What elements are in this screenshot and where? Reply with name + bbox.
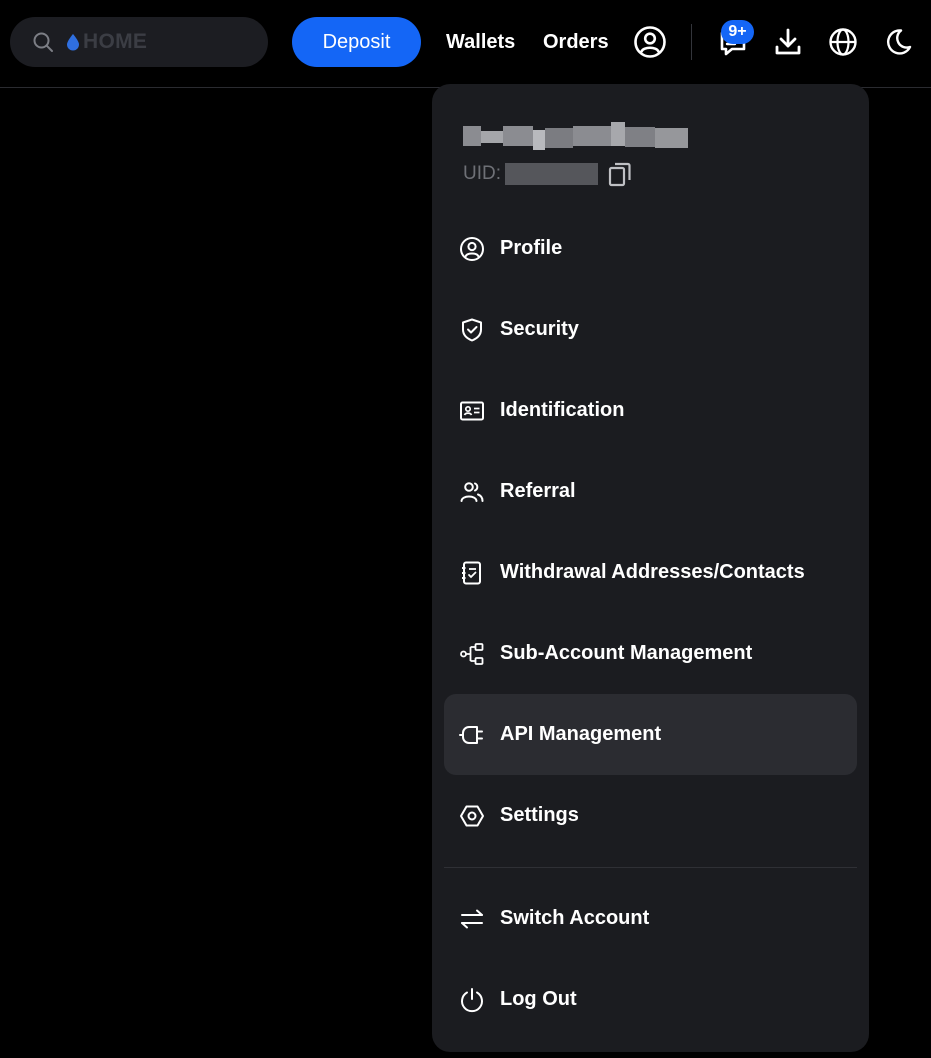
branch-icon bbox=[460, 642, 484, 665]
notification-badge: 9+ bbox=[721, 20, 754, 44]
menu-item-label: Withdrawal Addresses/Contacts bbox=[500, 561, 805, 583]
deposit-button[interactable]: Deposit bbox=[292, 17, 421, 67]
moon-icon bbox=[886, 29, 912, 55]
power-icon bbox=[461, 987, 483, 1012]
id-card-icon bbox=[460, 401, 484, 420]
menu-item-label: Identification bbox=[500, 399, 625, 421]
menu-item-referral[interactable]: Referral bbox=[444, 451, 857, 532]
search-input[interactable]: HOME bbox=[10, 17, 268, 67]
menu-item-label: Profile bbox=[500, 237, 563, 259]
menu-item-label: Referral bbox=[500, 480, 576, 502]
plug-icon bbox=[459, 725, 483, 744]
top-navigation-bar: HOME Deposit Wallets Orders 9+ bbox=[0, 0, 931, 88]
theme-toggle-button[interactable] bbox=[880, 24, 916, 60]
orders-link[interactable]: Orders bbox=[543, 29, 609, 55]
globe-icon bbox=[829, 28, 857, 56]
uid-label: UID: bbox=[463, 163, 501, 184]
menu-item-profile[interactable]: Profile bbox=[444, 208, 857, 289]
menu-item-api-management[interactable]: API Management bbox=[444, 694, 857, 775]
menu-item-security[interactable]: Security bbox=[444, 289, 857, 370]
uid-value-redacted bbox=[505, 163, 598, 185]
wallets-link[interactable]: Wallets bbox=[446, 29, 515, 55]
menu-item-switch-account[interactable]: Switch Account bbox=[444, 878, 857, 959]
search-placeholder: HOME bbox=[83, 30, 148, 53]
account-dropdown-menu: UID: Profile Security Identification Ref… bbox=[432, 84, 869, 1052]
menu-item-label: API Management bbox=[500, 723, 662, 745]
shield-check-icon bbox=[462, 318, 482, 341]
settings-icon bbox=[460, 805, 484, 826]
account-button[interactable] bbox=[632, 24, 668, 60]
users-icon bbox=[460, 481, 484, 502]
menu-item-sub-account-management[interactable]: Sub-Account Management bbox=[444, 613, 857, 694]
address-book-icon bbox=[462, 561, 481, 584]
menu-item-label: Sub-Account Management bbox=[500, 642, 753, 664]
menu-item-identification[interactable]: Identification bbox=[444, 370, 857, 451]
download-button[interactable] bbox=[770, 24, 806, 60]
uid-row: UID: bbox=[463, 160, 634, 188]
user-info: UID: bbox=[463, 122, 688, 187]
header-divider bbox=[691, 24, 692, 60]
username-redacted bbox=[463, 122, 688, 150]
droplet-icon bbox=[67, 34, 79, 51]
swap-icon bbox=[461, 909, 483, 928]
copy-icon bbox=[608, 162, 631, 187]
copy-uid-button[interactable] bbox=[606, 160, 634, 188]
menu-divider bbox=[444, 867, 857, 868]
menu-item-label: Security bbox=[500, 318, 579, 340]
menu-item-log-out[interactable]: Log Out bbox=[444, 959, 857, 1040]
user-circle-icon bbox=[634, 26, 666, 58]
menu-item-label: Switch Account bbox=[500, 907, 650, 929]
menu-item-label: Log Out bbox=[500, 988, 577, 1010]
menu-item-withdrawal-addresses[interactable]: Withdrawal Addresses/Contacts bbox=[444, 532, 857, 613]
download-icon bbox=[775, 28, 801, 55]
search-icon bbox=[33, 32, 53, 52]
language-button[interactable] bbox=[825, 24, 861, 60]
menu-item-label: Settings bbox=[500, 804, 579, 826]
menu-item-settings[interactable]: Settings bbox=[444, 775, 857, 856]
user-circle-icon bbox=[460, 236, 484, 261]
